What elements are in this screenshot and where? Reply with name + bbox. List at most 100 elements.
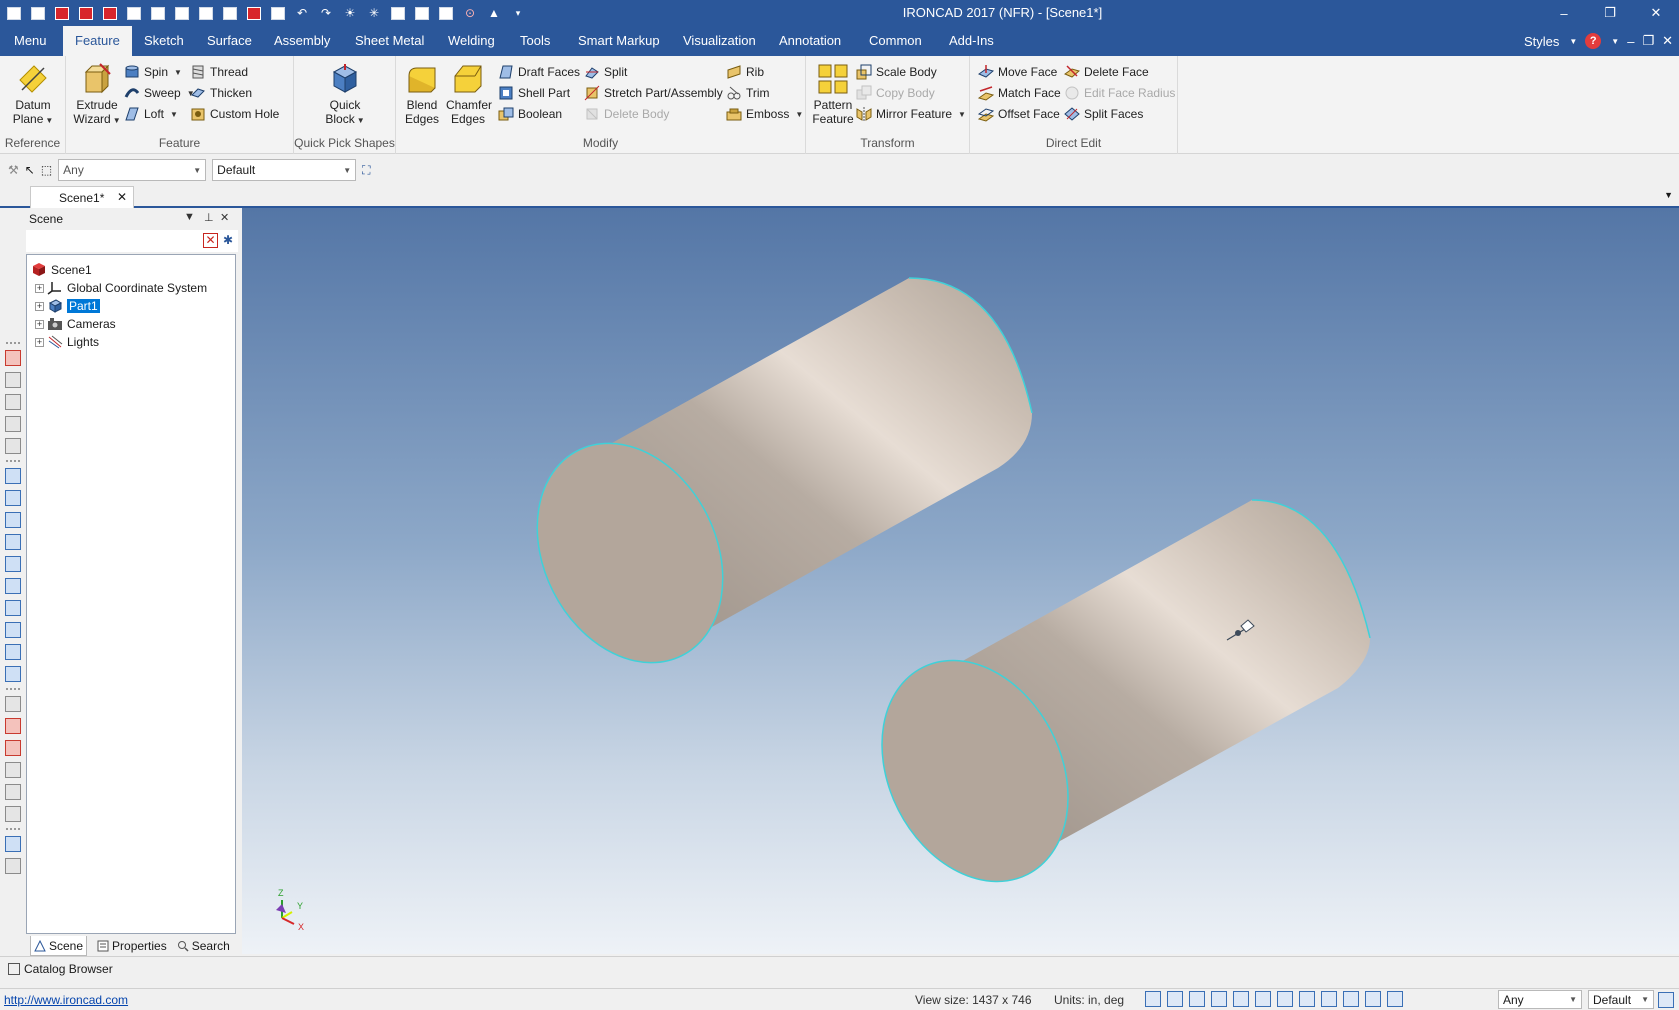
edit-face-radius-button[interactable]: Edit Face Radius xyxy=(1064,83,1175,103)
tab-tools[interactable]: Tools xyxy=(508,26,562,56)
styles-dropdown-icon[interactable]: ▼ xyxy=(1569,37,1577,46)
copy-body-button[interactable]: Copy Body xyxy=(856,83,935,103)
chamfer-edges-button[interactable]: Chamfer Edges xyxy=(446,62,492,126)
expand-icon[interactable]: + xyxy=(35,319,44,329)
expand-icon[interactable]: + xyxy=(35,337,44,347)
boolean-button[interactable]: Boolean xyxy=(498,104,562,124)
extrude-wizard-button[interactable]: Extrude Wizard ▼ xyxy=(72,62,122,128)
help-dropdown-icon[interactable]: ▼ xyxy=(1611,37,1619,46)
emboss-button[interactable]: Emboss ▼ xyxy=(726,104,803,124)
zoom-icon[interactable] xyxy=(1145,991,1161,1007)
top-view-icon[interactable] xyxy=(5,534,21,550)
iso-view-icon[interactable] xyxy=(5,468,21,484)
thread-button[interactable]: Thread xyxy=(190,62,248,82)
panel-tab-scene[interactable]: Scene xyxy=(30,936,88,956)
view-icon[interactable] xyxy=(5,372,21,388)
background-icon[interactable] xyxy=(1321,991,1337,1007)
pattern-feature-button[interactable]: Pattern Feature xyxy=(810,62,856,126)
ruler-icon[interactable] xyxy=(5,858,21,874)
hidden-line-icon[interactable] xyxy=(5,666,21,682)
sweep-button[interactable]: Sweep ▼ xyxy=(124,83,195,103)
spin-button[interactable]: Spin ▼ xyxy=(124,62,182,82)
sketch-text-icon[interactable] xyxy=(5,836,21,852)
delete-face-button[interactable]: Delete Face xyxy=(1064,62,1149,82)
match-face-button[interactable]: Match Face xyxy=(978,83,1061,103)
status-filter-combo[interactable]: Any ▼ xyxy=(1498,990,1582,1009)
angle-icon[interactable] xyxy=(5,762,21,778)
pick-filter-icon[interactable]: ⚒ xyxy=(8,163,19,177)
scene-filter-bar[interactable]: ✕ ✱ xyxy=(26,230,238,252)
glasses-icon[interactable] xyxy=(1277,991,1293,1007)
panel-tab-search[interactable]: Search xyxy=(177,939,230,953)
clip-icon[interactable] xyxy=(5,740,21,756)
rib-button[interactable]: Rib xyxy=(726,62,764,82)
zoom-extents-icon[interactable] xyxy=(1167,991,1183,1007)
trim-button[interactable]: Trim xyxy=(726,83,770,103)
panel-dropdown-icon[interactable]: ▼ xyxy=(184,211,195,223)
hierarchy-icon[interactable]: ⛶ xyxy=(362,163,370,178)
panel-tab-properties[interactable]: Properties xyxy=(97,939,167,953)
quick-block-button[interactable]: Quick Block ▼ xyxy=(320,62,370,128)
close-tab-icon[interactable]: ✕ xyxy=(117,190,127,204)
front-view-icon[interactable] xyxy=(5,490,21,506)
cursor-icon[interactable] xyxy=(1365,991,1381,1007)
ribbon-minimize-icon[interactable]: – xyxy=(1627,34,1634,49)
split-button[interactable]: Split xyxy=(584,62,627,82)
ribbon-close-icon[interactable]: ✕ xyxy=(1662,33,1673,49)
rotate-icon[interactable] xyxy=(5,784,21,800)
close-button[interactable]: ✕ xyxy=(1633,0,1679,26)
scale-body-button[interactable]: Scale Body xyxy=(856,62,937,82)
right-view-icon[interactable] xyxy=(5,512,21,528)
stretch-part-assembly-button[interactable]: Stretch Part/Assembly xyxy=(584,83,723,103)
loft-button[interactable]: Loft ▼ xyxy=(124,104,178,124)
render-mode-icon[interactable] xyxy=(1189,991,1205,1007)
network-icon[interactable] xyxy=(1658,992,1674,1008)
tab-surface[interactable]: Surface xyxy=(195,26,264,56)
select-cursor-icon[interactable]: ↖ xyxy=(25,163,35,177)
cylinder-body-2[interactable] xyxy=(846,499,1371,913)
minimize-button[interactable]: – xyxy=(1541,0,1587,26)
website-link[interactable]: http://www.ironcad.com xyxy=(4,993,128,1007)
section-icon[interactable] xyxy=(5,718,21,734)
thicken-button[interactable]: Thicken xyxy=(190,83,252,103)
expand-icon[interactable]: + xyxy=(35,301,44,311)
tab-annotation[interactable]: Annotation xyxy=(767,26,853,56)
selection-filter-combo[interactable]: Any ▼ xyxy=(58,159,207,181)
highlight-icon[interactable]: ✱ xyxy=(220,233,236,249)
view-icon[interactable] xyxy=(5,416,21,432)
ribbon-restore-icon[interactable]: ❐ xyxy=(1642,33,1654,49)
datum-plane-button[interactable]: Datum Plane ▼ xyxy=(8,62,58,128)
cursor-select-icon[interactable] xyxy=(1387,991,1403,1007)
styles-menu[interactable]: Styles xyxy=(1524,34,1559,49)
camera-view-icon[interactable] xyxy=(1233,991,1249,1007)
move-face-button[interactable]: Move Face xyxy=(978,62,1057,82)
tab-menu[interactable]: Menu xyxy=(2,26,59,56)
cylinder-body-1[interactable] xyxy=(501,277,1033,695)
draft-faces-button[interactable]: Draft Faces xyxy=(498,62,580,82)
camera-icon[interactable] xyxy=(5,350,21,366)
offset-face-button[interactable]: Offset Face xyxy=(978,104,1060,124)
split-faces-button[interactable]: Split Faces xyxy=(1064,104,1143,124)
pick-icon[interactable] xyxy=(1343,991,1359,1007)
no-entry-icon[interactable] xyxy=(5,806,21,822)
selection-style-combo[interactable]: Default ▼ xyxy=(212,159,357,181)
wireframe-icon[interactable] xyxy=(5,644,21,660)
display-style-icon[interactable] xyxy=(1299,991,1315,1007)
tab-smart-markup[interactable]: Smart Markup xyxy=(566,26,672,56)
measure-icon[interactable] xyxy=(5,696,21,712)
document-tab-scene1[interactable]: Scene1* ✕ xyxy=(30,186,134,208)
tab-list-dropdown-icon[interactable]: ▼ xyxy=(1664,190,1673,200)
tab-common[interactable]: Common xyxy=(857,26,934,56)
tree-node-cameras[interactable]: + Cameras xyxy=(27,315,235,333)
view-orientation-icon[interactable] xyxy=(1211,991,1227,1007)
tab-visualization[interactable]: Visualization xyxy=(671,26,768,56)
help-button[interactable]: ? xyxy=(1585,33,1602,49)
back-view-icon[interactable] xyxy=(5,556,21,572)
tab-welding[interactable]: Welding xyxy=(436,26,507,56)
tab-sketch[interactable]: Sketch xyxy=(132,26,196,56)
tree-node-scene1[interactable]: Scene1 xyxy=(27,261,235,279)
tree-node-part1[interactable]: + Part1 xyxy=(27,297,235,315)
3d-viewport[interactable]: Z Y X xyxy=(242,208,1679,954)
select-box-icon[interactable]: ⬚ xyxy=(41,163,52,177)
shell-part-button[interactable]: Shell Part xyxy=(498,83,570,103)
